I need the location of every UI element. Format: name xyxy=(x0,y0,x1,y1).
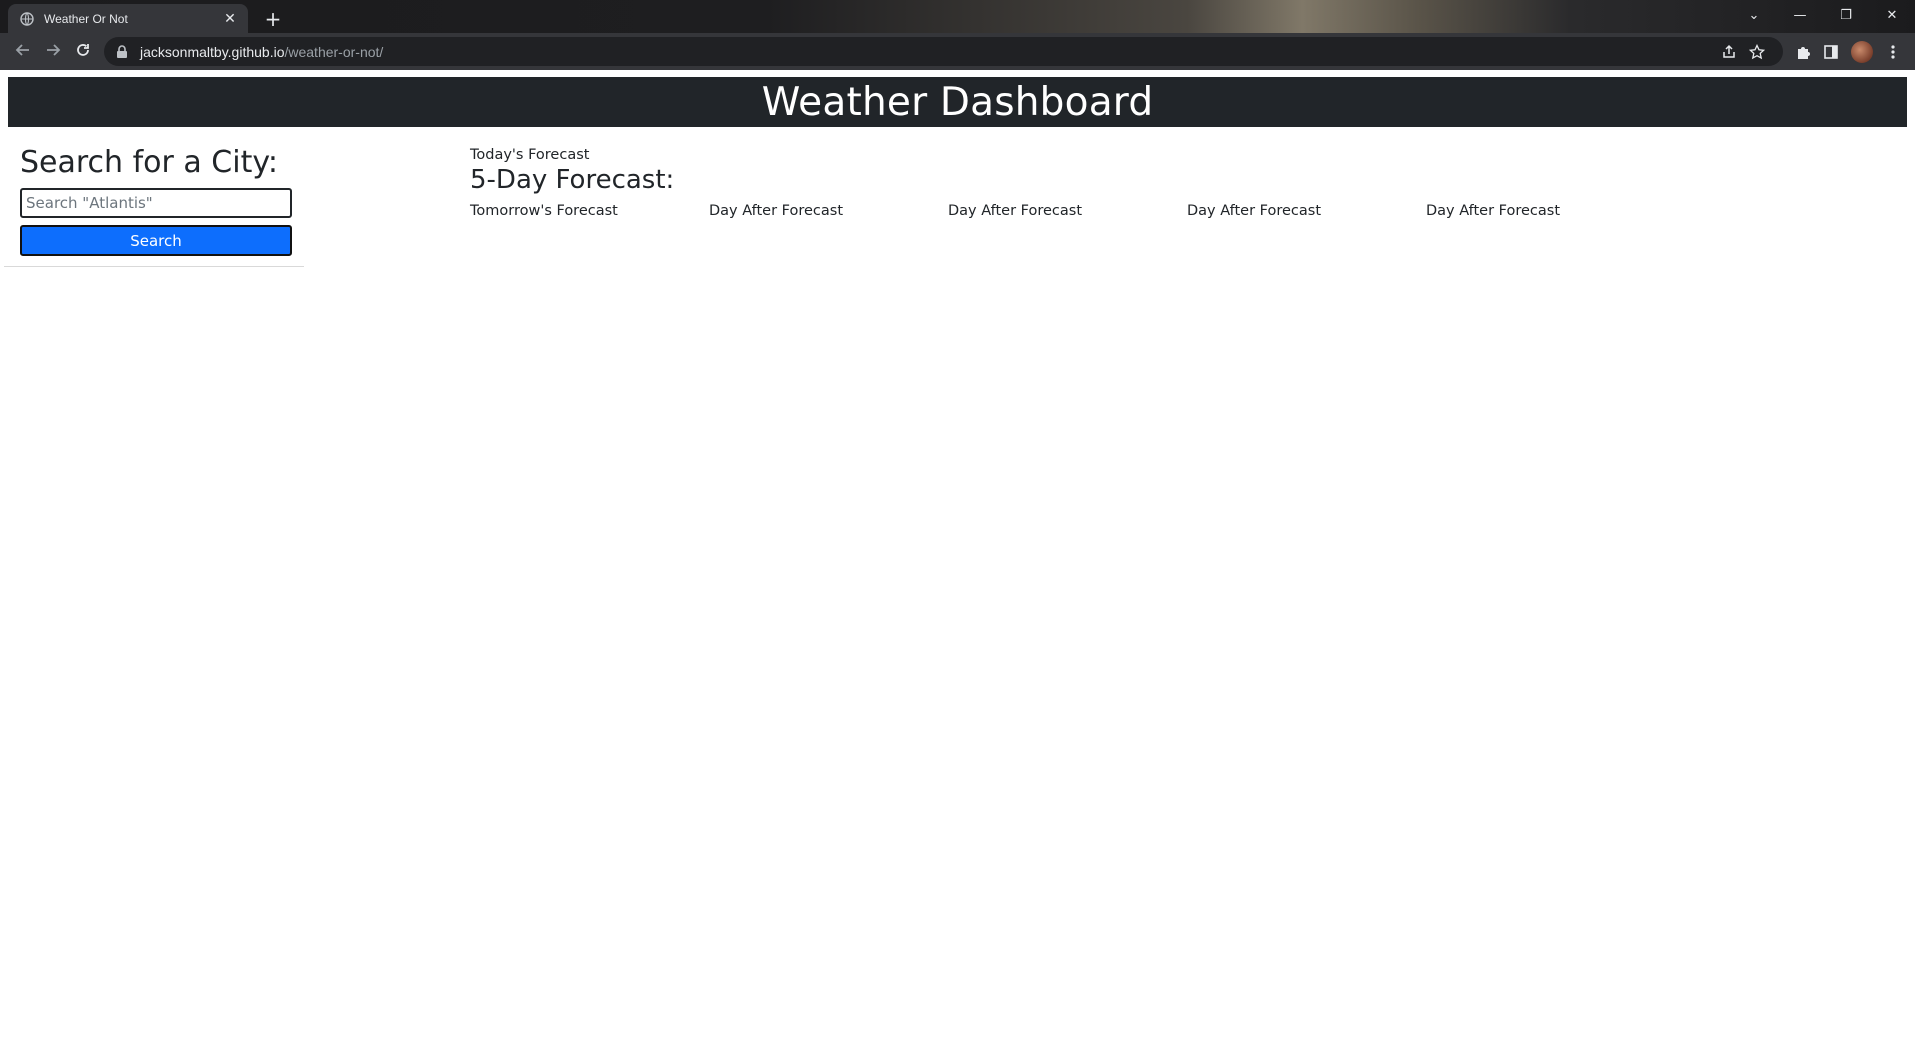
site-header: Weather Dashboard xyxy=(8,77,1907,127)
search-sidebar: Search for a City: Search xyxy=(4,127,304,267)
toolbar-actions xyxy=(1789,38,1907,66)
arrow-right-icon xyxy=(45,42,61,62)
reload-icon xyxy=(75,42,91,62)
day-forecast-1: Tomorrow's Forecast xyxy=(470,203,618,219)
share-icon[interactable] xyxy=(1715,38,1743,66)
day-forecast-5: Day After Forecast xyxy=(1426,203,1561,219)
globe-icon xyxy=(20,11,34,26)
day-forecast-4: Day After Forecast xyxy=(1187,203,1322,219)
browser-chrome: Weather Or Not ✕ + ⌄ — ❐ ✕ jacksonmaltby… xyxy=(0,0,1915,70)
browser-toolbar: jacksonmaltby.github.io/weather-or-not/ xyxy=(0,33,1915,70)
tab-title: Weather Or Not xyxy=(44,11,128,26)
city-search-input[interactable] xyxy=(20,188,292,218)
more-menu-icon[interactable] xyxy=(1879,38,1907,66)
page-body: Search for a City: Search Today's Foreca… xyxy=(0,127,1915,267)
reload-button[interactable] xyxy=(68,37,98,67)
lock-icon[interactable] xyxy=(116,44,130,59)
close-window-button[interactable]: ✕ xyxy=(1869,0,1915,30)
page-title: Weather Dashboard xyxy=(761,79,1154,125)
day-forecast-3: Day After Forecast xyxy=(948,203,1083,219)
profile-avatar[interactable] xyxy=(1851,40,1873,63)
minimize-button[interactable]: — xyxy=(1777,0,1823,30)
arrow-left-icon xyxy=(15,42,31,62)
today-forecast: Today's Forecast xyxy=(470,147,590,163)
forecast-section: Today's Forecast 5-Day Forecast: Tomorro… xyxy=(470,147,1665,219)
side-panel-icon[interactable] xyxy=(1817,38,1845,66)
address-bar[interactable]: jacksonmaltby.github.io/weather-or-not/ xyxy=(104,37,1783,66)
forward-button[interactable] xyxy=(38,37,68,67)
browser-tab[interactable]: Weather Or Not ✕ xyxy=(8,4,248,33)
five-day-title: 5-Day Forecast: xyxy=(470,165,675,195)
search-button[interactable]: Search xyxy=(20,225,292,256)
restore-button[interactable]: ❐ xyxy=(1823,0,1869,30)
tab-strip: Weather Or Not ✕ + ⌄ — ❐ ✕ xyxy=(0,0,1915,33)
new-tab-button[interactable]: + xyxy=(260,6,286,32)
close-tab-icon[interactable]: ✕ xyxy=(222,10,238,27)
back-button[interactable] xyxy=(8,37,38,67)
page-viewport: Weather Dashboard Search for a City: Sea… xyxy=(0,70,1915,1038)
search-heading: Search for a City: xyxy=(20,145,279,180)
url-path: /weather-or-not/ xyxy=(284,43,384,60)
url-host: jacksonmaltby.github.io xyxy=(140,43,285,60)
window-controls: ⌄ — ❐ ✕ xyxy=(1731,0,1915,30)
five-day-row: Tomorrow's Forecast Day After Forecast D… xyxy=(470,203,1665,219)
bookmark-star-icon[interactable] xyxy=(1743,38,1771,66)
day-forecast-2: Day After Forecast xyxy=(709,203,844,219)
tab-search-icon[interactable]: ⌄ xyxy=(1731,0,1777,30)
extensions-puzzle-icon[interactable] xyxy=(1789,38,1817,66)
